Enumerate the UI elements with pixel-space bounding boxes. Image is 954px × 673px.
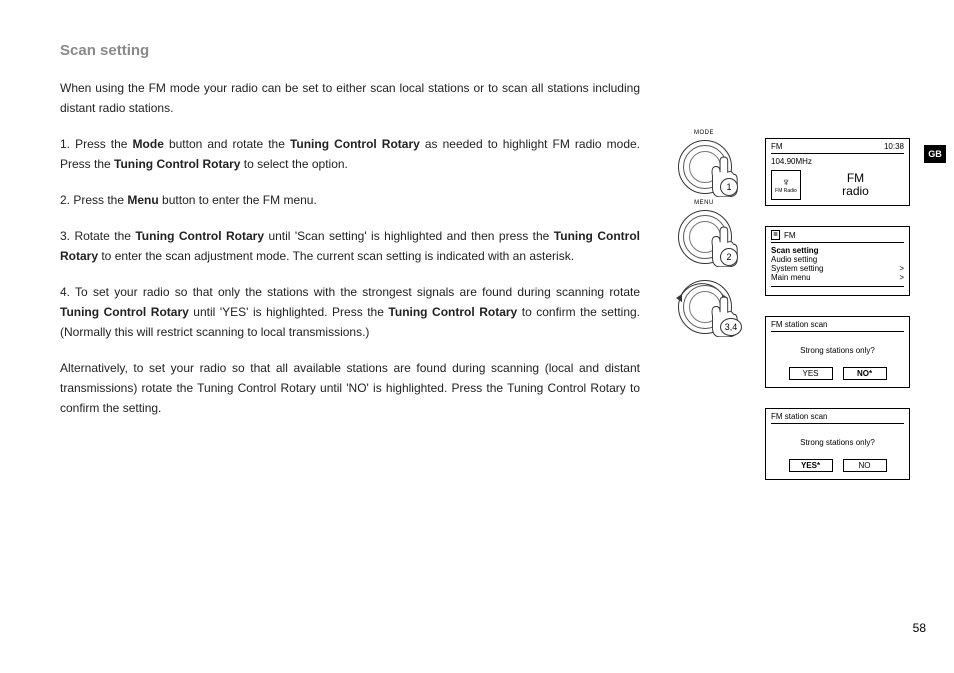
prompt-text: Strong stations only? — [771, 438, 904, 447]
step-badge: 2 — [720, 248, 738, 266]
menu-item-main-menu: Main menu> — [771, 273, 904, 282]
band-label: FM — [771, 142, 783, 151]
dial-menu: MENU 2 — [678, 210, 730, 262]
alt-paragraph: Alternatively, to set your radio so that… — [60, 358, 640, 418]
option-no: NO — [843, 459, 887, 472]
list-icon: ≣ — [771, 230, 780, 240]
page-number: 58 — [913, 621, 926, 635]
screen-scan-no-selected: FM station scan Strong stations only? YE… — [765, 316, 910, 388]
screen-fm-playing: FM 10:38 104.90MHz ♆ FM Radio FMradio — [765, 138, 910, 206]
screen-header: FM station scan — [771, 412, 904, 421]
menu-item-audio-setting: Audio setting — [771, 255, 904, 264]
screen-fm-menu: ≣ FM Scan setting Audio setting System s… — [765, 226, 910, 296]
fm-radio-icon: ♆ FM Radio — [771, 170, 801, 200]
diagram-column: MODE 1 MENU 2 3,4 — [659, 140, 749, 350]
option-no: NO* — [843, 367, 887, 380]
option-yes: YES* — [789, 459, 833, 472]
antenna-icon: ♆ — [782, 176, 791, 188]
step-2: 2. Press the Menu button to enter the FM… — [60, 190, 640, 210]
section-heading: Scan setting — [60, 42, 149, 59]
menu-header: FM — [784, 231, 904, 240]
step-badge: 3,4 — [720, 318, 742, 336]
language-tab: GB — [924, 145, 946, 163]
screens-column: FM 10:38 104.90MHz ♆ FM Radio FMradio ≣ … — [765, 138, 910, 500]
mode-title: FMradio — [807, 172, 904, 198]
body-text: When using the FM mode your radio can be… — [60, 78, 640, 434]
screen-header: FM station scan — [771, 320, 904, 329]
step-badge: 1 — [720, 178, 738, 196]
frequency: 104.90MHz — [771, 157, 904, 166]
dial-label: MODE — [678, 130, 730, 136]
menu-item-system-setting: System setting> — [771, 264, 904, 273]
menu-item-scan-setting: Scan setting — [771, 246, 904, 255]
prompt-text: Strong stations only? — [771, 346, 904, 355]
dial-label: MENU — [678, 200, 730, 206]
step-3: 3. Rotate the Tuning Control Rotary unti… — [60, 226, 640, 266]
step-4: 4. To set your radio so that only the st… — [60, 282, 640, 342]
chevron-right-icon: > — [899, 264, 904, 273]
option-yes: YES — [789, 367, 833, 380]
dial-rotary: 3,4 — [678, 280, 730, 332]
intro-paragraph: When using the FM mode your radio can be… — [60, 78, 640, 118]
dial-mode: MODE 1 — [678, 140, 730, 192]
step-1: 1. Press the Mode button and rotate the … — [60, 134, 640, 174]
screen-scan-yes-selected: FM station scan Strong stations only? YE… — [765, 408, 910, 480]
clock: 10:38 — [884, 142, 904, 151]
chevron-right-icon: > — [899, 273, 904, 282]
